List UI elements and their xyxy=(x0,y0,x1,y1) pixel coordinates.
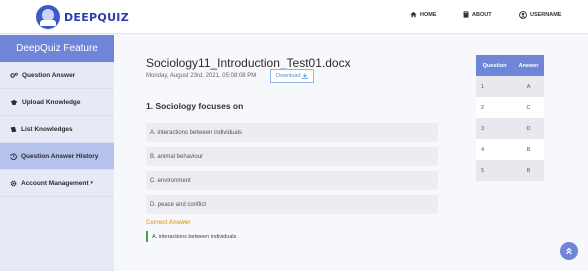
nav-about-label: ABOUT xyxy=(472,11,492,18)
answer-letter: C xyxy=(513,97,544,118)
download-icon xyxy=(302,73,309,79)
gear-icon xyxy=(10,180,17,186)
answer-summary-table: Question Answer 1 A 2 C 3 D 4 B 5 B xyxy=(476,55,544,181)
question-number: 2 xyxy=(476,97,514,118)
answer-letter: A xyxy=(513,76,544,97)
sidebar: DeepQuiz Feature Question Answer Upload … xyxy=(0,35,114,271)
answer-option: D. peace and conflict xyxy=(146,195,438,214)
table-row[interactable]: 3 D xyxy=(476,118,544,139)
chevron-down-icon: ▾ xyxy=(90,180,94,186)
nav-home-label: HOME xyxy=(420,11,437,18)
home-icon xyxy=(410,11,417,18)
question-number: 3 xyxy=(476,118,514,139)
user-circle-icon xyxy=(519,11,527,19)
table-row[interactable]: 1 A xyxy=(476,76,544,97)
sidebar-item-question-answer-history[interactable]: Question Answer History xyxy=(0,143,114,170)
main-content: Sociology11_Introduction_Test01.docx Mon… xyxy=(114,35,588,271)
table-header-row: Question Answer xyxy=(476,55,544,76)
table-row[interactable]: 2 C xyxy=(476,97,544,118)
download-button[interactable]: Download xyxy=(270,69,315,83)
table-row[interactable]: 5 B xyxy=(476,160,544,181)
column-header-answer: Answer xyxy=(513,55,544,76)
nav-user-menu[interactable]: USERNAME xyxy=(519,11,561,19)
gears-icon xyxy=(10,72,18,78)
answer-option: B. animal behaviour xyxy=(146,147,438,166)
correct-answer-value: A. interactions between individuals xyxy=(146,231,236,242)
sidebar-item-label: List Knowledges xyxy=(21,125,73,133)
answer-letter: D xyxy=(513,118,544,139)
sidebar-item-list-knowledges[interactable]: List Knowledges xyxy=(0,116,114,143)
question-number: 5 xyxy=(476,160,514,181)
document-date: Monday, August 23rd, 2021, 05:08:08 PM xyxy=(146,73,257,79)
answer-letter: B xyxy=(513,160,544,181)
question-number: 1 xyxy=(476,76,514,97)
scroll-to-top-button[interactable] xyxy=(560,242,578,260)
column-header-question: Question xyxy=(476,55,514,76)
book-icon xyxy=(10,126,17,132)
nav-user-label: USERNAME xyxy=(530,12,562,18)
sidebar-item-account-management[interactable]: Account Management ▾ xyxy=(0,170,114,197)
nav-home-link[interactable]: HOME xyxy=(410,11,437,18)
top-navbar: DEEPQUIZ HOME ABOUT USERNAME xyxy=(0,0,588,34)
correct-answer-label: Correct Answer xyxy=(146,220,191,226)
double-chevron-up-icon xyxy=(566,247,572,255)
sidebar-item-label: Upload Knowledge xyxy=(22,98,81,106)
history-icon xyxy=(10,153,17,160)
download-button-label: Download xyxy=(276,73,301,79)
brand-name: DEEPQUIZ xyxy=(64,10,129,24)
sidebar-item-question-answer[interactable]: Question Answer xyxy=(0,62,114,89)
answer-option: A. interactions between individuals xyxy=(146,123,438,142)
brand-logo[interactable]: DEEPQUIZ xyxy=(36,5,129,29)
answer-letter: B xyxy=(513,139,544,160)
brain-logo-icon xyxy=(36,5,60,29)
table-row[interactable]: 4 B xyxy=(476,139,544,160)
book-icon xyxy=(463,11,469,18)
document-title: Sociology11_Introduction_Test01.docx xyxy=(146,56,351,70)
answer-option: C. environment xyxy=(146,171,438,190)
question-number: 4 xyxy=(476,139,514,160)
nav-about-link[interactable]: ABOUT xyxy=(463,11,492,18)
sidebar-item-label: Question Answer xyxy=(22,71,76,79)
question-title: 1. Sociology focuses on xyxy=(146,101,244,111)
graduation-cap-icon xyxy=(10,99,18,105)
sidebar-item-upload-knowledge[interactable]: Upload Knowledge xyxy=(0,89,114,116)
sidebar-title: DeepQuiz Feature xyxy=(0,35,114,62)
sidebar-item-label: Account Management xyxy=(21,179,89,187)
sidebar-item-label: Question Answer History xyxy=(21,152,99,160)
